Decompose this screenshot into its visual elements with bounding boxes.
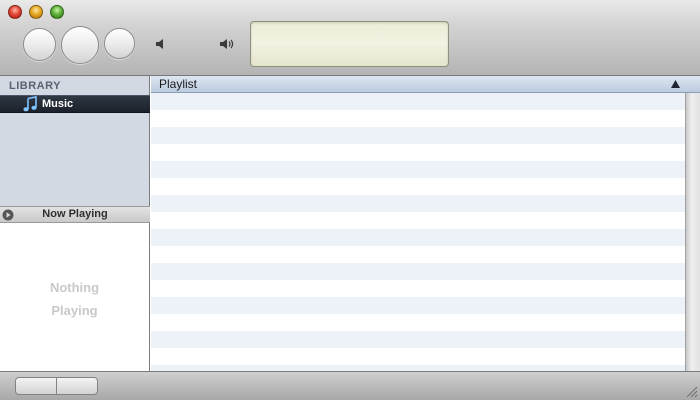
play-button[interactable] (61, 26, 99, 64)
sort-ascending-icon[interactable] (671, 80, 680, 88)
now-playing-status: Nothing Playing (0, 276, 149, 322)
minimize-window-button[interactable] (29, 5, 43, 19)
now-playing-artwork: Nothing Playing (0, 223, 149, 371)
vertical-scrollbar[interactable] (685, 93, 700, 371)
now-playing-label: Now Playing (42, 208, 108, 220)
next-button[interactable] (104, 28, 135, 59)
library-header: LIBRARY (9, 80, 61, 92)
resize-grip-icon[interactable] (684, 384, 698, 398)
playlist-column-label: Playlist (159, 77, 198, 91)
previous-button[interactable] (23, 28, 56, 61)
toolbar (0, 0, 700, 76)
sidebar-item-music[interactable]: Music (0, 95, 150, 113)
zoom-window-button[interactable] (50, 5, 64, 19)
playlist-table[interactable] (151, 93, 685, 371)
now-playing-header[interactable]: Now Playing (0, 206, 150, 223)
now-playing-line-2: Playing (51, 303, 98, 318)
speaker-low-icon[interactable] (154, 36, 170, 52)
speaker-high-icon[interactable] (219, 36, 235, 52)
music-note-icon (23, 96, 37, 112)
now-playing-line-1: Nothing (49, 280, 100, 295)
bottom-bar (0, 371, 700, 400)
sidebar-item-label: Music (42, 98, 74, 110)
add-playlist-button[interactable] (15, 377, 57, 395)
sidebar: LIBRARY Music Now Playing Nothing Playin… (0, 76, 150, 371)
status-display (250, 21, 449, 67)
options-button[interactable] (56, 377, 98, 395)
playlist-column-header[interactable]: Playlist (151, 76, 700, 93)
close-window-button[interactable] (8, 5, 22, 19)
